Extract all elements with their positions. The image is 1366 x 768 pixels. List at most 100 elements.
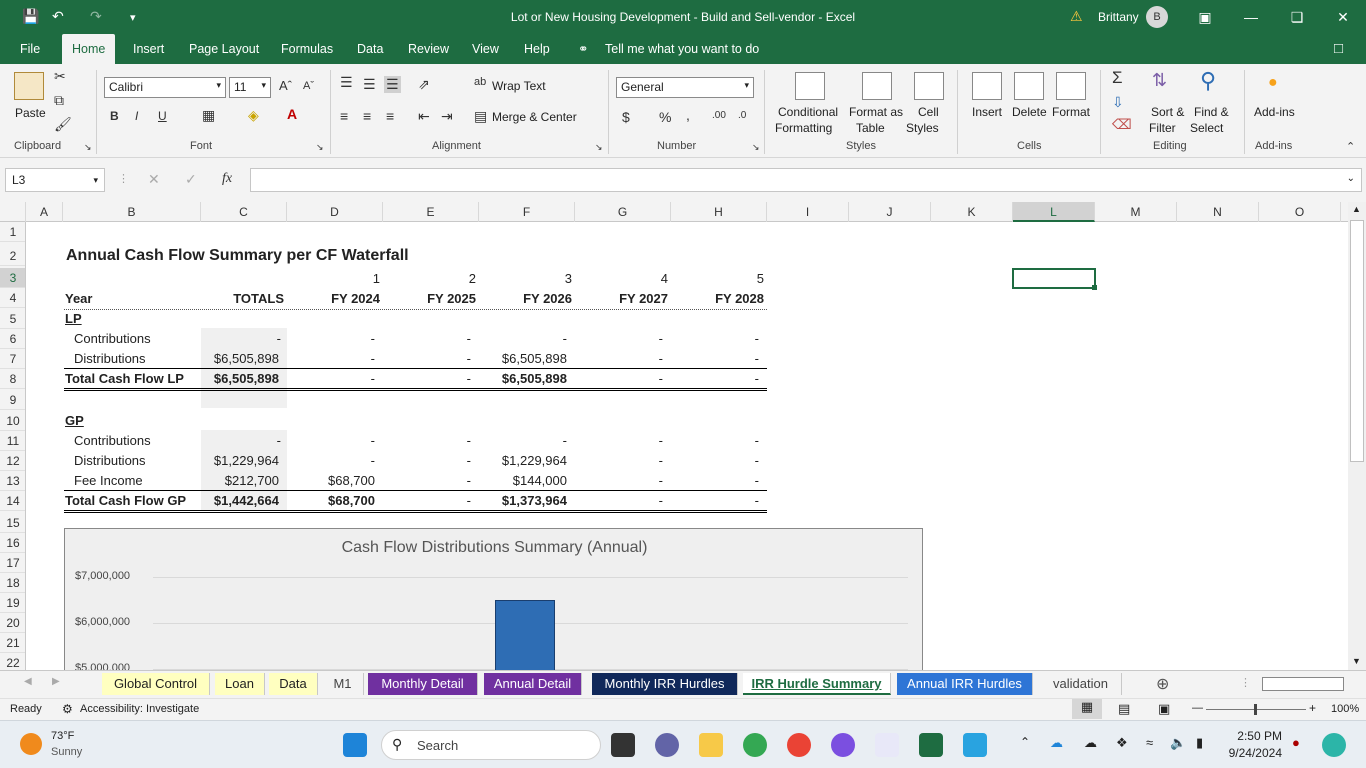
fill-color-icon[interactable]: ◈: [248, 107, 259, 124]
row-header-10[interactable]: 10: [0, 411, 25, 431]
number-launcher-icon[interactable]: ↘: [752, 142, 760, 153]
cancel-entry-icon[interactable]: ✕: [148, 171, 160, 188]
column-header-f[interactable]: F: [479, 202, 575, 222]
cell-value[interactable]: $6,505,898: [479, 369, 567, 389]
cell-value[interactable]: -: [575, 451, 663, 471]
collapse-ribbon-icon[interactable]: ⌃: [1346, 140, 1355, 153]
comma-icon[interactable]: ,: [686, 107, 690, 123]
header-fy[interactable]: FY 2027: [575, 289, 668, 309]
zoom-slider-thumb[interactable]: [1254, 704, 1257, 715]
format-painter-icon[interactable]: 🖌: [54, 116, 72, 133]
cell-value[interactable]: -: [383, 471, 471, 491]
column-header-j[interactable]: J: [849, 202, 931, 222]
alignment-launcher-icon[interactable]: ↘: [595, 142, 603, 153]
row-label[interactable]: Distributions: [74, 349, 146, 369]
sheet-tab[interactable]: Annual Detail: [484, 673, 582, 695]
cell-value[interactable]: $1,229,964: [479, 451, 567, 471]
column-header-o[interactable]: O: [1259, 202, 1341, 222]
cell-value[interactable]: -: [287, 451, 375, 471]
row-header-20[interactable]: 20: [0, 613, 25, 633]
sheet-tab[interactable]: Annual IRR Hurdles: [897, 673, 1033, 695]
row-label[interactable]: Distributions: [74, 451, 146, 471]
cell-value[interactable]: $68,700: [287, 471, 375, 491]
menu-formulas[interactable]: Formulas: [281, 34, 333, 64]
formula-input[interactable]: ⌄: [250, 168, 1362, 192]
period-number[interactable]: 2: [383, 269, 476, 289]
sheet-tab[interactable]: Monthly Detail: [368, 673, 478, 695]
avatar[interactable]: B: [1146, 6, 1168, 28]
user-name[interactable]: Brittany: [1098, 10, 1139, 24]
column-header-m[interactable]: M: [1095, 202, 1177, 222]
find-select-icon[interactable]: ⚲: [1200, 68, 1216, 94]
dropbox-icon[interactable]: ❖: [1116, 735, 1128, 751]
bold-icon[interactable]: B: [110, 109, 119, 123]
header-fy[interactable]: FY 2025: [383, 289, 476, 309]
row-header-12[interactable]: 12: [0, 451, 25, 471]
sheet-tab[interactable]: Global Control: [102, 673, 210, 695]
teams-icon[interactable]: [655, 733, 679, 757]
middle-align-icon[interactable]: ☰: [363, 76, 376, 93]
cell-value[interactable]: -: [671, 471, 759, 491]
bottom-align-icon[interactable]: ☰: [384, 76, 401, 93]
format-as-table-label-2[interactable]: Table: [856, 121, 885, 135]
cash-flow-chart[interactable]: Cash Flow Distributions Summary (Annual)…: [64, 528, 923, 670]
menu-home[interactable]: Home: [62, 34, 116, 64]
cell-value[interactable]: -: [201, 329, 281, 349]
file-explorer-icon[interactable]: [699, 733, 723, 757]
excel-taskbar-icon[interactable]: [919, 733, 943, 757]
onedrive-icon[interactable]: ☁: [1050, 735, 1063, 751]
row-header-17[interactable]: 17: [0, 553, 25, 573]
header-year[interactable]: Year: [65, 289, 92, 309]
cell-value[interactable]: -: [671, 349, 759, 369]
weather-sun-icon[interactable]: [20, 733, 42, 755]
clock-date[interactable]: 9/24/2024: [1222, 746, 1282, 760]
restore-button[interactable]: ❏: [1274, 0, 1320, 34]
chrome-icon[interactable]: [787, 733, 811, 757]
copy-icon[interactable]: ⧉: [54, 92, 64, 109]
cell-value[interactable]: -: [287, 349, 375, 369]
cell-styles-label-1[interactable]: Cell: [918, 105, 939, 119]
header-fy[interactable]: FY 2028: [671, 289, 764, 309]
confirm-entry-icon[interactable]: ✓: [185, 171, 197, 188]
vertical-scrollbar[interactable]: ▲ ▼: [1348, 202, 1366, 670]
conditional-formatting-label-2[interactable]: Formatting: [775, 121, 832, 135]
cell-value[interactable]: $6,505,898: [479, 349, 567, 369]
cell-styles-icon[interactable]: [914, 72, 944, 100]
column-header-i[interactable]: I: [767, 202, 849, 222]
delete-cells-icon[interactable]: [1014, 72, 1044, 100]
accessibility-status[interactable]: Accessibility: Investigate: [80, 703, 199, 715]
name-box[interactable]: L3 ▾: [5, 168, 105, 192]
cell-value[interactable]: -: [201, 431, 281, 451]
insert-cells-button[interactable]: Insert: [972, 105, 1002, 119]
sort-filter-icon[interactable]: ⇅: [1152, 70, 1167, 91]
wrap-text-button[interactable]: Wrap Text: [492, 79, 546, 93]
wifi-icon[interactable]: ≈: [1146, 735, 1153, 750]
sheet-title[interactable]: Annual Cash Flow Summary per CF Waterfal…: [66, 246, 409, 266]
menu-data[interactable]: Data: [357, 34, 383, 64]
header-fy[interactable]: FY 2024: [287, 289, 380, 309]
column-header-l[interactable]: L: [1013, 202, 1095, 222]
row-header-7[interactable]: 7: [0, 349, 25, 369]
find-select-label-2[interactable]: Select: [1190, 121, 1223, 135]
font-color-icon[interactable]: A: [287, 106, 297, 122]
row-header-21[interactable]: 21: [0, 633, 25, 653]
zoom-level[interactable]: 100%: [1331, 703, 1359, 715]
grow-font-icon[interactable]: Aˆ: [279, 78, 292, 93]
cell-value[interactable]: $1,373,964: [479, 491, 567, 511]
cell-value[interactable]: -: [671, 431, 759, 451]
row-label[interactable]: Fee Income: [74, 471, 143, 491]
column-header-b[interactable]: B: [63, 202, 201, 222]
sort-filter-label-2[interactable]: Filter: [1149, 121, 1176, 135]
sheet-tab[interactable]: Monthly IRR Hurdles: [592, 673, 738, 695]
worksheet-grid[interactable]: Annual Cash Flow Summary per CF Waterfal…: [27, 222, 1348, 670]
scroll-thumb[interactable]: [1350, 220, 1364, 462]
merge-center-button[interactable]: Merge & Center: [492, 110, 577, 124]
sort-filter-label-1[interactable]: Sort &: [1151, 105, 1184, 119]
row-header-18[interactable]: 18: [0, 573, 25, 593]
column-header-n[interactable]: N: [1177, 202, 1259, 222]
volume-icon[interactable]: 🔈: [1170, 735, 1186, 751]
currency-icon[interactable]: $: [622, 109, 630, 125]
align-center-icon[interactable]: ≡: [363, 108, 371, 124]
row-header-11[interactable]: 11: [0, 431, 25, 451]
column-header-c[interactable]: C: [201, 202, 287, 222]
